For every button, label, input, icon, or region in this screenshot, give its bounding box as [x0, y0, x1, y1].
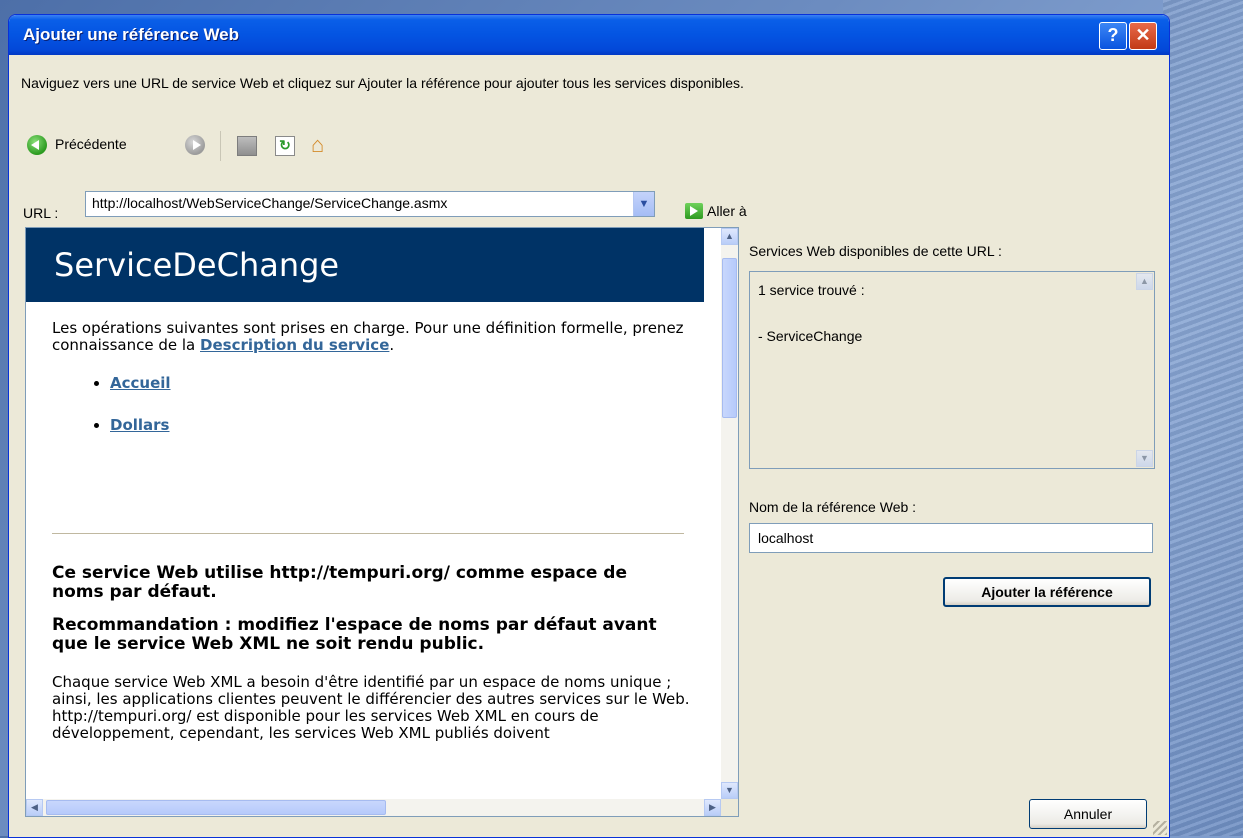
go-arrow-icon[interactable]: [685, 203, 703, 219]
operations-section: Les opérations suivantes sont prises en …: [52, 320, 692, 458]
scroll-down-button[interactable]: ▼: [721, 782, 738, 799]
web-browser-pane[interactable]: ServiceDeChange Les opérations suivantes…: [25, 227, 739, 817]
stop-icon[interactable]: [237, 136, 257, 156]
reference-name-input[interactable]: localhost: [749, 523, 1153, 553]
url-input[interactable]: http://localhost/WebServiceChange/Servic…: [92, 195, 447, 211]
recommendation-heading: Recommandation : modifiez l'espace de no…: [52, 615, 657, 654]
scroll-up-button[interactable]: ▲: [1136, 273, 1153, 290]
reference-name-label: Nom de la référence Web :: [749, 499, 917, 515]
scroll-up-button[interactable]: ▲: [721, 228, 738, 245]
page-title: ServiceDeChange: [54, 246, 340, 284]
scroll-down-button[interactable]: ▼: [1136, 450, 1153, 467]
services-count-text: 1 service trouvé :: [758, 282, 865, 298]
page-header-band: ServiceDeChange: [26, 228, 704, 302]
go-button-label[interactable]: Aller à: [707, 203, 747, 219]
horizontal-scroll-thumb[interactable]: [46, 800, 386, 815]
list-item: - ServiceChange: [758, 328, 863, 344]
add-web-reference-dialog: Ajouter une référence Web ? ✕ Naviguez v…: [8, 14, 1170, 838]
forward-arrow-icon[interactable]: [185, 135, 205, 155]
toolbar-separator: [220, 131, 221, 161]
horizontal-scrollbar[interactable]: ◀ ▶: [26, 799, 721, 816]
resize-grip-icon[interactable]: [1153, 821, 1167, 835]
intro-end: .: [389, 336, 395, 354]
chevron-down-icon[interactable]: ▼: [633, 192, 654, 216]
services-label: Services Web disponibles de cette URL :: [749, 243, 1002, 259]
list-item: Dollars: [110, 416, 692, 434]
scrollbar-corner: [721, 799, 738, 816]
back-arrow-icon[interactable]: [27, 135, 47, 155]
navigation-toolbar: Précédente ↻ ⌂: [23, 131, 423, 161]
operations-list: Accueil Dollars: [52, 374, 692, 434]
services-list-box[interactable]: 1 service trouvé : - ServiceChange ▲ ▼: [749, 271, 1155, 469]
scroll-right-button[interactable]: ▶: [704, 799, 721, 816]
add-reference-button[interactable]: Ajouter la référence: [943, 577, 1151, 607]
intro-paragraph: Les opérations suivantes sont prises en …: [52, 320, 692, 354]
namespace-heading: Ce service Web utilise http://tempuri.or…: [52, 563, 627, 602]
refresh-icon[interactable]: ↻: [275, 136, 295, 156]
vertical-scrollbar[interactable]: ▲ ▼: [721, 228, 738, 799]
vertical-scrollbar[interactable]: ▲ ▼: [1136, 273, 1153, 467]
back-button-label[interactable]: Précédente: [55, 136, 127, 152]
scroll-left-button[interactable]: ◀: [26, 799, 43, 816]
service-description-link[interactable]: Description du service: [200, 336, 389, 354]
desktop-background: [1163, 0, 1243, 836]
home-icon[interactable]: ⌂: [311, 133, 335, 157]
url-combobox[interactable]: http://localhost/WebServiceChange/Servic…: [85, 191, 655, 217]
operation-link-dollars[interactable]: Dollars: [110, 416, 170, 434]
operation-link-accueil[interactable]: Accueil: [110, 374, 171, 392]
list-item: Accueil: [110, 374, 692, 392]
vertical-scroll-thumb[interactable]: [722, 258, 737, 418]
url-label: URL :: [23, 205, 59, 221]
help-button[interactable]: ?: [1099, 22, 1127, 50]
namespace-body-text: Chaque service Web XML a besoin d'être i…: [52, 673, 690, 742]
title-bar: Ajouter une référence Web ? ✕: [9, 15, 1169, 55]
instructions-text: Naviguez vers une URL de service Web et …: [21, 75, 744, 91]
divider: [52, 533, 684, 534]
close-button[interactable]: ✕: [1129, 22, 1157, 50]
cancel-button[interactable]: Annuler: [1029, 799, 1147, 829]
window-title: Ajouter une référence Web: [23, 25, 240, 44]
